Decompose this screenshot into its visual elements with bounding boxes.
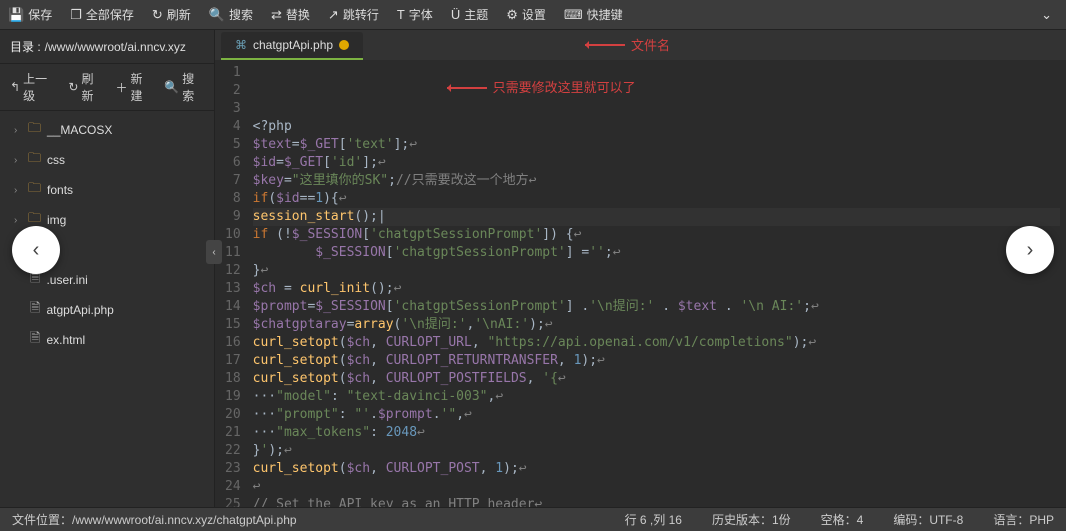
hotkeys-button[interactable]: ⌨快捷键: [564, 6, 623, 23]
theme-button[interactable]: Ü主题: [451, 6, 488, 23]
gallery-next-button[interactable]: ›: [1006, 226, 1054, 274]
up-icon: ↰: [10, 80, 20, 94]
search-icon: 🔍: [164, 80, 179, 94]
goto-icon: ↗: [328, 7, 339, 23]
warning-icon: [339, 40, 349, 50]
goto-line-button[interactable]: ↗跳转行: [328, 6, 379, 23]
folder-item[interactable]: › 🗀 __MACOSX: [0, 115, 214, 145]
item-label: ex.html: [46, 333, 85, 347]
chevron-right-icon: ›: [14, 155, 22, 166]
save-button[interactable]: 💾保存: [8, 6, 52, 23]
chevron-right-icon: ›: [14, 185, 22, 196]
toolbar-collapse-icon[interactable]: ⌄: [1035, 7, 1058, 23]
sidebar-toolbar: ↰上一级 ↻刷新 ＋新建 🔍搜索: [0, 63, 214, 111]
item-label: __MACOSX: [47, 123, 112, 137]
code-line[interactable]: $_SESSION['chatgptSessionPrompt'] ='';↩: [253, 244, 1060, 262]
plus-icon: ＋: [115, 79, 127, 96]
directory-path: 目录 : /www/wwwroot/ai.nncv.xyz: [0, 30, 214, 63]
code-line[interactable]: if($id==1){↩: [253, 190, 1060, 208]
code-line[interactable]: ···"prompt": "'.$prompt.'",↩: [253, 406, 1060, 424]
search-button[interactable]: 🔍搜索: [209, 6, 253, 23]
settings-button[interactable]: ⚙设置: [506, 6, 546, 23]
arrow-icon: [447, 87, 487, 89]
tab-label: chatgptApi.php: [253, 38, 333, 52]
folder-icon: 🗀: [28, 179, 41, 201]
save-icon: 💾: [8, 7, 24, 23]
folder-icon: 🗀: [28, 119, 41, 141]
file-icon: 🗎: [30, 299, 40, 321]
code-line[interactable]: $id=$_GET['id'];↩: [253, 154, 1060, 172]
folder-item[interactable]: › 🗀 fonts: [0, 175, 214, 205]
tab-chatgptapi[interactable]: ⌘ chatgptApi.php: [221, 32, 363, 60]
code-line[interactable]: $text=$_GET['text'];↩: [253, 136, 1060, 154]
up-button[interactable]: ↰上一级: [10, 70, 56, 104]
search-icon: 🔍: [209, 7, 225, 23]
code-line[interactable]: $ch = curl_init();↩: [253, 280, 1060, 298]
refresh-button[interactable]: ↻刷新: [152, 6, 191, 23]
code-editor[interactable]: 1234567891011121314151617181920212223242…: [215, 60, 1066, 507]
file-item[interactable]: 🗎 atgptApi.php: [0, 295, 214, 325]
theme-icon: Ü: [451, 7, 460, 22]
code-line[interactable]: $chatgptaray=array('\n提问:','\nAI:');↩: [253, 316, 1060, 334]
item-label: fonts: [47, 183, 73, 197]
code-line[interactable]: $key="这里填你的SK";//只需要改这一个地方↩: [253, 172, 1060, 190]
replace-button[interactable]: ⇄替换: [271, 6, 310, 23]
refresh-icon: ↻: [152, 7, 163, 23]
code-line[interactable]: curl_setopt($ch, CURLOPT_URL, "https://a…: [253, 334, 1060, 352]
new-button[interactable]: ＋新建: [115, 70, 152, 104]
chevron-right-icon: ›: [14, 125, 22, 136]
save-all-button[interactable]: ❐全部保存: [70, 6, 134, 23]
chevron-right-icon: ›: [14, 215, 22, 226]
code-content[interactable]: <?php$text=$_GET['text'];↩$id=$_GET['id'…: [247, 60, 1066, 507]
item-label: css: [47, 153, 65, 167]
line-gutter: 1234567891011121314151617181920212223242…: [215, 60, 247, 507]
code-line[interactable]: <?php: [253, 118, 1060, 136]
code-line[interactable]: ···"model": "text-davinci-003",↩: [253, 388, 1060, 406]
code-line[interactable]: curl_setopt($ch, CURLOPT_RETURNTRANSFER,…: [253, 352, 1060, 370]
history-versions[interactable]: 历史版本：1份: [712, 511, 791, 528]
status-bar: 文件位置：/www/wwwroot/ai.nncv.xyz/chatgptApi…: [0, 507, 1066, 531]
code-line[interactable]: }↩: [253, 262, 1060, 280]
code-line[interactable]: $prompt=$_SESSION['chatgptSessionPrompt'…: [253, 298, 1060, 316]
refresh-icon: ↻: [68, 80, 78, 94]
folder-item[interactable]: › 🗀 css: [0, 145, 214, 175]
indent-setting[interactable]: 空格：4: [821, 511, 864, 528]
encoding[interactable]: 编码：UTF-8: [893, 511, 963, 528]
code-line[interactable]: curl_setopt($ch, CURLOPT_POST, 1);↩: [253, 460, 1060, 478]
font-button[interactable]: T字体: [397, 6, 433, 23]
language[interactable]: 语言：PHP: [993, 511, 1054, 528]
item-label: .user.ini: [46, 273, 87, 287]
code-line[interactable]: curl_setopt($ch, CURLOPT_POSTFIELDS, '{↩: [253, 370, 1060, 388]
file-icon: 🗎: [30, 329, 40, 351]
sidebar-refresh-button[interactable]: ↻刷新: [68, 70, 103, 104]
keyboard-icon: ⌨: [564, 7, 583, 23]
tab-bar: ⌘ chatgptApi.php 文件名: [215, 30, 1066, 60]
item-label: atgptApi.php: [46, 303, 113, 317]
code-line[interactable]: if (!$_SESSION['chatgptSessionPrompt']) …: [253, 226, 1060, 244]
file-location: 文件位置：/www/wwwroot/ai.nncv.xyz/chatgptApi…: [12, 511, 297, 528]
item-label: img: [47, 213, 66, 227]
font-icon: T: [397, 7, 405, 22]
save-all-icon: ❐: [70, 7, 82, 23]
annotation-filename: 文件名: [585, 35, 670, 54]
code-line[interactable]: // Set the API key as an HTTP header↩: [253, 496, 1060, 507]
sidebar-toggle[interactable]: ‹: [206, 240, 222, 264]
arrow-icon: [585, 44, 625, 46]
file-item[interactable]: 🗎 ex.html: [0, 325, 214, 355]
gallery-prev-button[interactable]: ‹: [12, 226, 60, 274]
folder-icon: 🗀: [28, 149, 41, 171]
code-line[interactable]: ···"max_tokens": 2048↩: [253, 424, 1060, 442]
code-line[interactable]: }');↩: [253, 442, 1060, 460]
annotation-edit-here: 只需要修改这里就可以了: [447, 79, 636, 97]
gear-icon: ⚙: [506, 7, 518, 23]
code-line[interactable]: ↩: [253, 478, 1060, 496]
top-toolbar: 💾保存 ❐全部保存 ↻刷新 🔍搜索 ⇄替换 ↗跳转行 T字体 Ü主题 ⚙设置 ⌨…: [0, 0, 1066, 30]
replace-icon: ⇄: [271, 7, 282, 23]
code-line[interactable]: session_start();|: [253, 208, 1060, 226]
line-col[interactable]: 行 6 ,列 16: [625, 511, 682, 528]
sidebar-search-button[interactable]: 🔍搜索: [164, 70, 204, 104]
editor-area: ⌘ chatgptApi.php 文件名 1234567891011121314…: [215, 30, 1066, 507]
php-icon: ⌘: [235, 38, 247, 52]
